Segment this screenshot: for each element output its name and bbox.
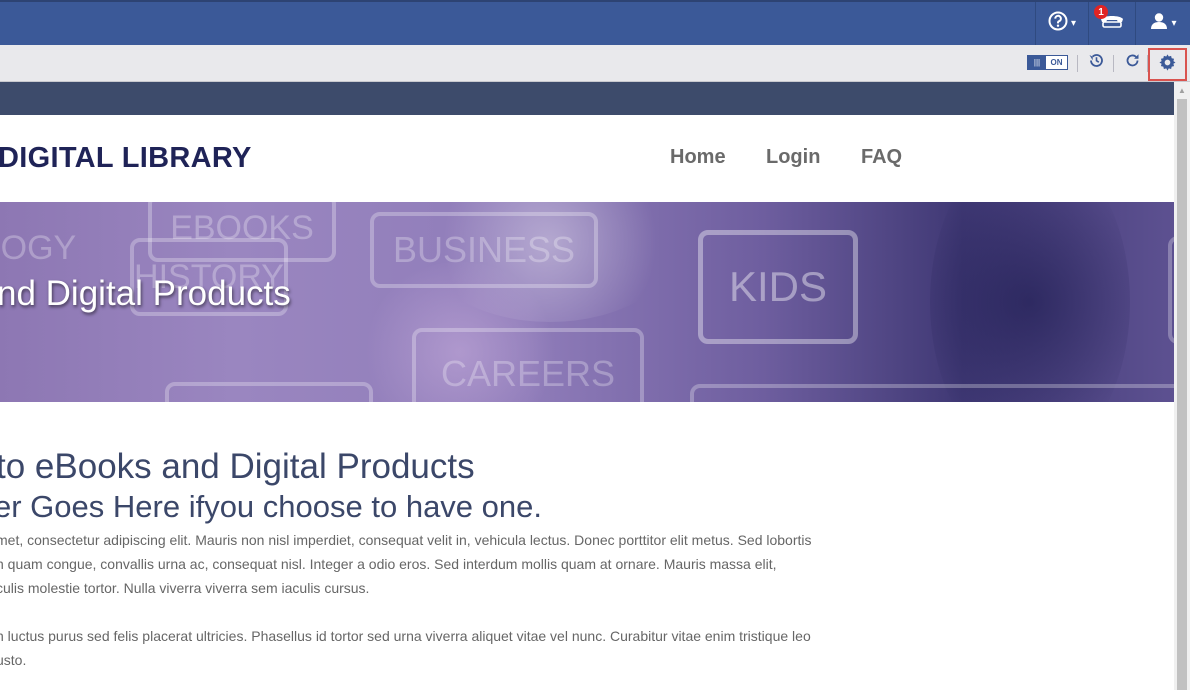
toolbar-divider	[1113, 55, 1114, 72]
paragraph-1: met, consectetur adipiscing elit. Mauris…	[0, 528, 896, 600]
chevron-down-icon: ▾	[1070, 18, 1077, 29]
paragraph-line: culis molestie tortor. Nulla viverra viv…	[0, 580, 370, 596]
banner-tag-business: BUSINESS	[370, 212, 598, 288]
banner-tag-logy: LOGY	[0, 228, 77, 267]
toggle-state-label: ON	[1046, 56, 1067, 69]
settings-button[interactable]	[1148, 48, 1187, 81]
notification-badge: 1	[1094, 5, 1108, 19]
banner-tag-careers: CAREERS	[412, 328, 644, 402]
help-menu-button[interactable]: ▾	[1035, 2, 1088, 45]
site-header: DIGITAL LIBRARY Home Login FAQ	[0, 115, 1174, 202]
user-menu-button[interactable]: ▾	[1135, 2, 1190, 45]
banner-frame	[690, 384, 1174, 402]
site-top-strip	[0, 82, 1174, 115]
toggle-knob-icon: |||	[1028, 56, 1046, 69]
nav-home-link[interactable]: Home	[670, 146, 726, 169]
banner-title: nd Digital Products	[0, 274, 291, 313]
top-app-bar: ▾ 1 ▾	[0, 0, 1190, 45]
page-heading: to eBooks and Digital Products	[0, 447, 475, 486]
history-icon	[1088, 52, 1105, 74]
scrollbar-thumb[interactable]	[1177, 99, 1187, 690]
refresh-button[interactable]	[1122, 53, 1142, 73]
nav-login-link[interactable]: Login	[766, 146, 820, 169]
chevron-down-icon: ▾	[1171, 18, 1177, 29]
mode-toggle[interactable]: ||| ON	[1027, 55, 1068, 70]
site-title: DIGITAL LIBRARY	[0, 142, 252, 174]
toolbar: ||| ON	[0, 45, 1190, 82]
toolbar-divider	[1077, 55, 1078, 72]
paragraph-line: met, consectetur adipiscing elit. Mauris…	[0, 532, 812, 548]
banner-glow	[930, 202, 1130, 402]
scroll-up-arrow-icon[interactable]: ▲	[1174, 82, 1190, 98]
paragraph-line: n quam congue, convallis urna ac, conseq…	[0, 556, 777, 572]
vertical-scrollbar[interactable]: ▲	[1174, 82, 1190, 690]
paragraph-2: n luctus purus sed felis placerat ultric…	[0, 624, 896, 672]
banner-frame	[165, 382, 373, 402]
refresh-icon	[1124, 52, 1141, 74]
notifications-button[interactable]: 1	[1088, 2, 1135, 45]
paragraph-line: n luctus purus sed felis placerat ultric…	[0, 628, 811, 644]
question-circle-icon	[1048, 11, 1068, 36]
paragraph-line: usto.	[0, 652, 27, 668]
page-subheading: er Goes Here ifyou choose to have one.	[0, 489, 542, 524]
banner-tag-kids: KIDS	[698, 230, 858, 344]
user-icon	[1150, 12, 1168, 35]
history-button[interactable]	[1086, 53, 1106, 73]
nav-faq-link[interactable]: FAQ	[861, 146, 902, 169]
gear-icon	[1158, 53, 1177, 77]
page-viewport: DIGITAL LIBRARY Home Login FAQ EBOOKS LO…	[0, 82, 1174, 690]
hero-banner: EBOOKS LOGY HISTORY BUSINESS KIDS CAREER…	[0, 202, 1174, 402]
